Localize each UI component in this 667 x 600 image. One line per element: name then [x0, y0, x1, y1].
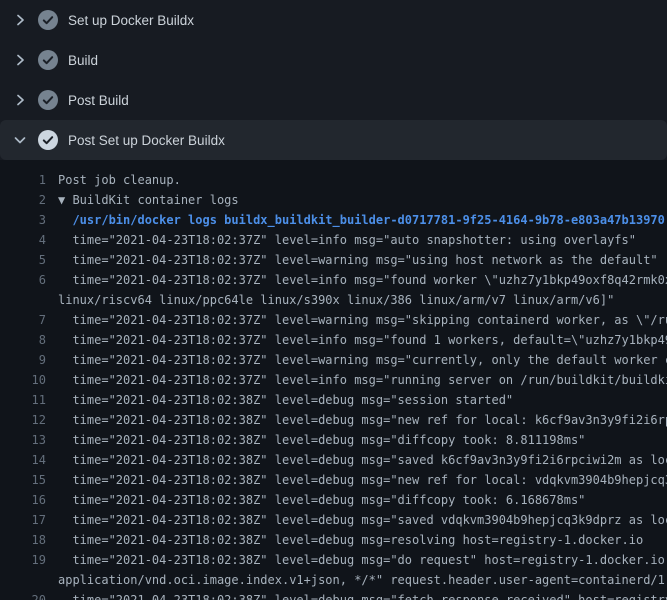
- log-line-number[interactable]: 10: [0, 370, 46, 390]
- log-line-text: application/vnd.oci.image.index.v1+json,…: [58, 570, 667, 590]
- log-line-9: 9 time="2021-04-23T18:02:37Z" level=warn…: [0, 350, 667, 370]
- log-line-8: 8 time="2021-04-23T18:02:37Z" level=info…: [0, 330, 667, 350]
- log-line-number[interactable]: 14: [0, 450, 46, 470]
- log-line-text: time="2021-04-23T18:02:38Z" level=debug …: [58, 430, 585, 450]
- log-line-16: 16 time="2021-04-23T18:02:38Z" level=deb…: [0, 490, 667, 510]
- log-line-number[interactable]: 4: [0, 230, 46, 250]
- log-line-number[interactable]: 6: [0, 270, 46, 290]
- log-line-number[interactable]: 3: [0, 210, 46, 230]
- step-label: Post Build: [68, 93, 129, 108]
- log-line-continuation: linux/riscv64 linux/ppc64le linux/s390x …: [0, 290, 667, 310]
- log-output: 1 Post job cleanup. 2 ▼ BuildKit container …: [0, 160, 667, 600]
- log-line-text: time="2021-04-23T18:02:37Z" level=warnin…: [58, 310, 667, 330]
- log-line-12: 12 time="2021-04-23T18:02:38Z" level=deb…: [0, 410, 667, 430]
- log-line-number[interactable]: 1: [0, 170, 46, 190]
- step-list: Set up Docker Buildx Build Post Build: [0, 0, 667, 160]
- log-line-text: time="2021-04-23T18:02:37Z" level=info m…: [58, 370, 667, 390]
- log-line-text: time="2021-04-23T18:02:37Z" level=info m…: [58, 230, 636, 250]
- log-line-number[interactable]: 2: [0, 190, 46, 210]
- log-line-15: 15 time="2021-04-23T18:02:38Z" level=deb…: [0, 470, 667, 490]
- log-line-text: time="2021-04-23T18:02:37Z" level=warnin…: [58, 350, 667, 370]
- check-circle-icon: [38, 90, 58, 110]
- log-line-number: [0, 290, 46, 310]
- check-circle-icon: [38, 10, 58, 30]
- log-line-1: 1 Post job cleanup.: [0, 170, 667, 190]
- chevron-right-icon[interactable]: [12, 92, 28, 108]
- log-line-10: 10 time="2021-04-23T18:02:37Z" level=inf…: [0, 370, 667, 390]
- log-line-18: 18 time="2021-04-23T18:02:38Z" level=deb…: [0, 530, 667, 550]
- step-label: Set up Docker Buildx: [68, 13, 194, 28]
- step-label: Post Set up Docker Buildx: [68, 133, 225, 148]
- log-line-text: time="2021-04-23T18:02:38Z" level=debug …: [58, 530, 643, 550]
- log-line-number[interactable]: 8: [0, 330, 46, 350]
- log-line-number[interactable]: 13: [0, 430, 46, 450]
- log-line-number[interactable]: 12: [0, 410, 46, 430]
- chevron-down-icon[interactable]: [12, 132, 28, 148]
- log-line-number[interactable]: 9: [0, 350, 46, 370]
- log-line-text: time="2021-04-23T18:02:38Z" level=debug …: [58, 550, 667, 570]
- log-line-number[interactable]: 17: [0, 510, 46, 530]
- check-circle-icon: [38, 130, 58, 150]
- step-label: Build: [68, 53, 98, 68]
- log-line-14: 14 time="2021-04-23T18:02:38Z" level=deb…: [0, 450, 667, 470]
- log-line-text: time="2021-04-23T18:02:38Z" level=debug …: [58, 470, 667, 490]
- log-line-number[interactable]: 19: [0, 550, 46, 570]
- log-line-text: linux/riscv64 linux/ppc64le linux/s390x …: [58, 290, 614, 310]
- actions-log-viewer: Set up Docker Buildx Build Post Build: [0, 0, 667, 600]
- chevron-right-icon[interactable]: [12, 52, 28, 68]
- step-post-set-up-docker-buildx[interactable]: Post Set up Docker Buildx: [0, 120, 667, 160]
- log-line-text: Post job cleanup.: [58, 170, 181, 190]
- log-line-text: time="2021-04-23T18:02:38Z" level=debug …: [58, 490, 585, 510]
- log-line-text: time="2021-04-23T18:02:38Z" level=debug …: [58, 390, 513, 410]
- log-line-4: 4 time="2021-04-23T18:02:37Z" level=info…: [0, 230, 667, 250]
- log-line-text: time="2021-04-23T18:02:38Z" level=debug …: [58, 410, 667, 430]
- log-command-text: /usr/bin/docker logs buildx_buildkit_bui…: [58, 210, 665, 230]
- log-line-text: time="2021-04-23T18:02:37Z" level=info m…: [58, 270, 667, 290]
- log-line-number[interactable]: 5: [0, 250, 46, 270]
- log-line-text: time="2021-04-23T18:02:38Z" level=debug …: [58, 590, 667, 600]
- log-line-11: 11 time="2021-04-23T18:02:38Z" level=deb…: [0, 390, 667, 410]
- log-line-number: [0, 570, 46, 590]
- log-line-19: 19 time="2021-04-23T18:02:38Z" level=deb…: [0, 550, 667, 570]
- log-line-text: time="2021-04-23T18:02:38Z" level=debug …: [58, 450, 667, 470]
- log-line-6: 6 time="2021-04-23T18:02:37Z" level=info…: [0, 270, 667, 290]
- check-circle-icon: [38, 50, 58, 70]
- log-line-number[interactable]: 18: [0, 530, 46, 550]
- log-line-17: 17 time="2021-04-23T18:02:38Z" level=deb…: [0, 510, 667, 530]
- log-line-13: 13 time="2021-04-23T18:02:38Z" level=deb…: [0, 430, 667, 450]
- log-line-2: 2 ▼ BuildKit container logs: [0, 190, 667, 210]
- log-line-5: 5 time="2021-04-23T18:02:37Z" level=warn…: [0, 250, 667, 270]
- log-line-continuation: application/vnd.oci.image.index.v1+json,…: [0, 570, 667, 590]
- log-line-number[interactable]: 7: [0, 310, 46, 330]
- log-line-number[interactable]: 20: [0, 590, 46, 600]
- step-post-build[interactable]: Post Build: [0, 80, 667, 120]
- log-line-20: 20 time="2021-04-23T18:02:38Z" level=deb…: [0, 590, 667, 600]
- log-line-number[interactable]: 15: [0, 470, 46, 490]
- log-line-text: time="2021-04-23T18:02:38Z" level=debug …: [58, 510, 667, 530]
- log-line-7: 7 time="2021-04-23T18:02:37Z" level=warn…: [0, 310, 667, 330]
- step-build[interactable]: Build: [0, 40, 667, 80]
- chevron-right-icon[interactable]: [12, 12, 28, 28]
- log-line-number[interactable]: 11: [0, 390, 46, 410]
- log-line-number[interactable]: 16: [0, 490, 46, 510]
- step-set-up-docker-buildx[interactable]: Set up Docker Buildx: [0, 0, 667, 40]
- log-group-toggle[interactable]: ▼ BuildKit container logs: [58, 190, 239, 210]
- log-line-3: 3 /usr/bin/docker logs buildx_buildkit_b…: [0, 210, 667, 230]
- log-line-text: time="2021-04-23T18:02:37Z" level=warnin…: [58, 250, 658, 270]
- log-line-text: time="2021-04-23T18:02:37Z" level=info m…: [58, 330, 667, 350]
